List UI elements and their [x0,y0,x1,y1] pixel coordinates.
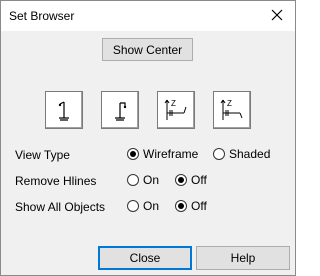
title-bar: Set Browser [1,1,295,31]
view-plumb-button[interactable] [45,91,83,129]
radio-hlines-on[interactable]: On [127,173,159,187]
svg-text:Z: Z [227,99,232,108]
radio-label: On [143,173,160,187]
radio-showall-off[interactable]: Off [175,199,207,213]
plumb-stand-icon [58,101,69,121]
remove-hlines-label: Remove Hlines [15,174,97,188]
radio-hlines-off[interactable]: Off [175,173,207,187]
view-angled-button[interactable] [101,91,139,129]
radio-indicator-checked [175,174,187,186]
view-z-left-button[interactable]: Z [157,91,195,129]
radio-label: On [143,199,160,213]
radio-label: Off [191,199,207,213]
radio-label: Shaded [229,147,271,161]
radio-label: Off [191,173,207,187]
radio-indicator-checked [127,148,139,160]
radio-indicator [127,200,139,212]
svg-text:Z: Z [171,99,176,108]
show-all-objects-label: Show All Objects [15,200,106,214]
radio-wireframe[interactable]: Wireframe [127,147,198,161]
view-z-right-button[interactable]: Z [213,91,251,129]
radio-label: Wireframe [143,147,199,161]
z-axis-right-icon: Z [220,99,243,120]
radio-indicator [213,148,225,160]
close-icon[interactable] [269,7,285,23]
view-type-label: View Type [15,148,70,162]
radio-showall-on[interactable]: On [127,199,159,213]
help-button[interactable]: Help [196,246,290,270]
window-title: Set Browser [9,9,75,23]
set-browser-dialog: Set Browser Show Center Z Z View Type Wi… [0,0,296,276]
radio-indicator-checked [175,200,187,212]
angled-stand-icon [115,102,127,121]
z-axis-left-icon: Z [164,99,187,120]
radio-indicator [127,174,139,186]
close-button[interactable]: Close [98,246,192,270]
show-center-button[interactable]: Show Center [102,38,193,61]
radio-shaded[interactable]: Shaded [213,147,270,161]
